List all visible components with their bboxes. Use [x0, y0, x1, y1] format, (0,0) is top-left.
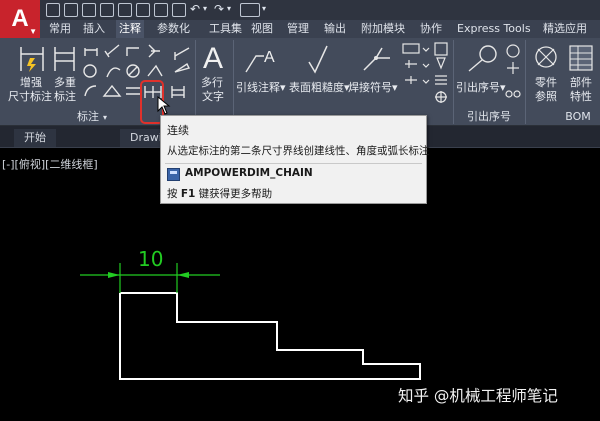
tooltip-description: 从选定标注的第二条尺寸界线创建线性、角度或弧长标注 [167, 145, 430, 157]
help-key: F1 [180, 188, 196, 200]
command-tooltip: 连续 从选定标注的第二条尺寸界线创建线性、角度或弧长标注 AMPOWERDIM_… [160, 115, 430, 204]
part-outline [119, 292, 421, 380]
drawing-canvas[interactable]: 10 [0, 0, 600, 421]
tooltip-title: 连续 [167, 124, 189, 137]
mouse-cursor-icon [157, 96, 171, 115]
dimension-arrow-left [108, 272, 120, 278]
dimension-arrow-right [177, 272, 189, 278]
dimension-value: 10 [138, 247, 163, 271]
tooltip-help: 按 F1 键获得更多帮助 [167, 186, 272, 201]
help-prefix: 按 [167, 188, 178, 200]
command-icon [167, 168, 180, 181]
tooltip-divider [165, 163, 422, 164]
tooltip-command: AMPOWERDIM_CHAIN [185, 167, 313, 179]
watermark: 知乎 @机械工程师笔记 [398, 387, 558, 405]
help-suffix: 键获得更多帮助 [198, 188, 273, 200]
